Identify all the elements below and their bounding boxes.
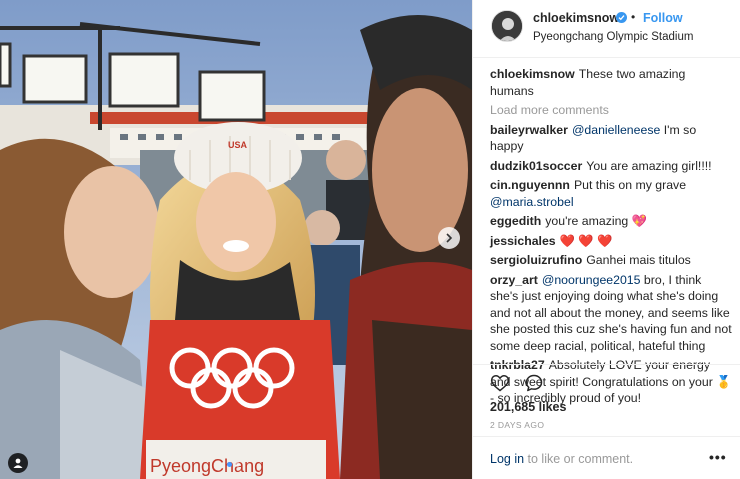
- header-separator: •: [631, 10, 636, 24]
- comments-list: chloekimsnow These two amazing humans Loa…: [490, 66, 732, 410]
- comment-username[interactable]: baileyrwalker: [490, 123, 568, 137]
- post-username[interactable]: chloekimsnow: [533, 11, 619, 25]
- comment-username[interactable]: sergioluizrufino: [490, 253, 582, 267]
- comment-emoji: ❤️ ❤️ ❤️: [559, 233, 613, 248]
- caption-username[interactable]: chloekimsnow: [490, 67, 575, 81]
- comment-icon: [525, 374, 543, 392]
- comment-item: sergioluizrufino Ganhei mais titulos: [490, 252, 732, 269]
- more-options-button[interactable]: •••: [709, 449, 727, 465]
- caption: chloekimsnow These two amazing humans: [490, 66, 732, 99]
- beanie-text: USA: [228, 140, 248, 150]
- login-prompt: Log in to like or comment.: [490, 452, 633, 466]
- likes-count[interactable]: 201,685 likes: [490, 400, 566, 414]
- comment-button[interactable]: [524, 373, 544, 393]
- comment-emoji: 💖: [631, 214, 647, 228]
- comment-item: orzy_art @noorungee2015 bro, I think she'…: [490, 272, 732, 355]
- comment-text: Ganhei mais titulos: [586, 253, 691, 267]
- login-prompt-text: to like or comment.: [524, 452, 634, 466]
- comment-item: eggedith you're amazing 💖: [490, 213, 732, 230]
- avatar-image: [492, 11, 522, 41]
- avatar[interactable]: [491, 10, 523, 42]
- comment-emoji: 🥇: [716, 374, 732, 389]
- photo-illustration: USA PyeongChang: [0, 0, 472, 479]
- post-photo[interactable]: USA PyeongChang: [0, 0, 472, 479]
- heart-icon: [490, 374, 510, 392]
- comment-username[interactable]: dudzik01soccer: [490, 159, 582, 173]
- follow-button[interactable]: Follow: [643, 11, 683, 25]
- bib-text: PyeongChang: [150, 456, 264, 476]
- next-photo-button[interactable]: [438, 227, 460, 249]
- carousel-dot-active: [227, 462, 232, 467]
- carousel-dot: [235, 462, 240, 467]
- post-side-panel: chloekimsnow • Follow Pyeongchang Olympi…: [472, 0, 740, 479]
- comment-username[interactable]: jessichales: [490, 234, 556, 248]
- comment-text: you're amazing: [545, 214, 629, 228]
- comment-username[interactable]: eggedith: [490, 214, 541, 228]
- post-location[interactable]: Pyeongchang Olympic Stadium: [533, 31, 693, 43]
- comment-item: jessichales ❤️ ❤️ ❤️: [490, 233, 732, 250]
- comment-mention[interactable]: @maria.strobel: [490, 195, 574, 209]
- post-header: chloekimsnow • Follow Pyeongchang Olympi…: [473, 0, 740, 58]
- login-link[interactable]: Log in: [490, 452, 524, 466]
- like-button[interactable]: [490, 373, 510, 393]
- comment-text: Put this on my grave: [573, 178, 687, 192]
- person-tag-icon: [13, 458, 23, 468]
- user-tag-button[interactable]: [8, 453, 28, 473]
- post-date: 2 DAYS AGO: [490, 420, 545, 430]
- chevron-right-icon: [446, 233, 453, 243]
- comment-username[interactable]: tnkrbla27: [490, 358, 545, 372]
- comment-item: cin.nguyennn Put this on my grave @maria.…: [490, 177, 732, 210]
- action-buttons: [490, 373, 544, 393]
- comment-mention[interactable]: @noorungee2015: [542, 273, 641, 287]
- comment-item: baileyrwalker @danielleneese I'm so happy: [490, 122, 732, 155]
- comment-text: You are amazing girl!!!!: [586, 158, 712, 173]
- verified-icon: [616, 12, 627, 23]
- comment-item: dudzik01soccer You are amazing girl!!!!: [490, 158, 732, 175]
- comment-username[interactable]: orzy_art: [490, 273, 538, 287]
- post-actions: 201,685 likes 2 DAYS AGO Log in to like …: [473, 364, 740, 466]
- login-row: Log in to like or comment. •••: [473, 436, 740, 479]
- comment-mention[interactable]: @danielleneese: [572, 123, 660, 137]
- carousel-dots: [227, 462, 240, 467]
- comment-username[interactable]: cin.nguyennn: [490, 178, 570, 192]
- load-more-comments-button[interactable]: Load more comments: [490, 102, 732, 119]
